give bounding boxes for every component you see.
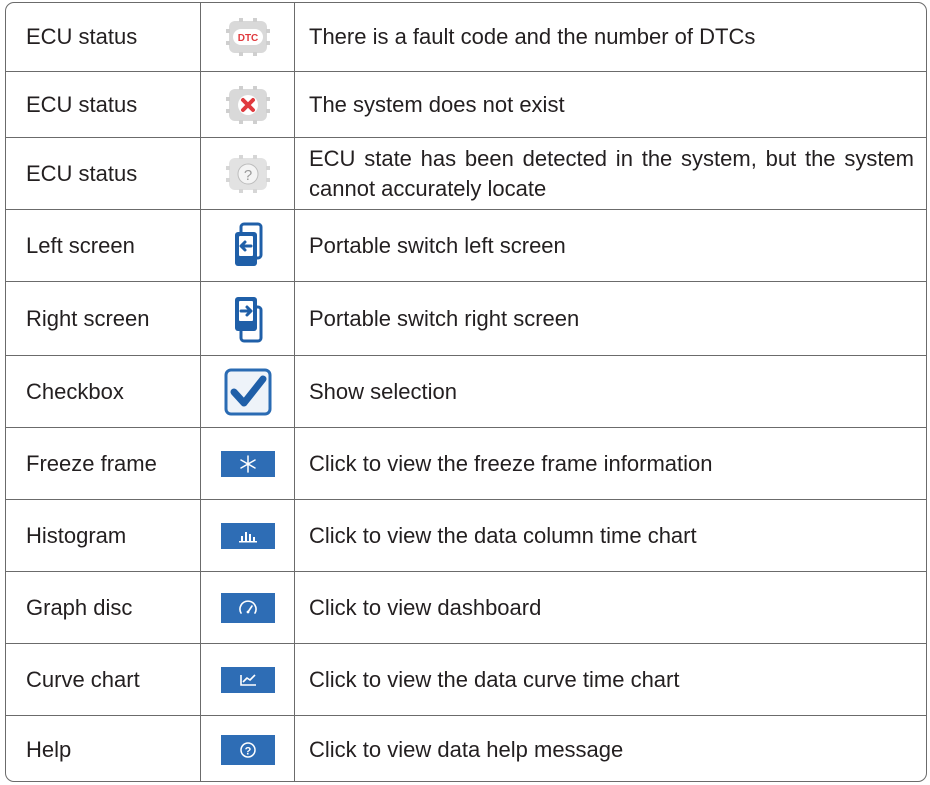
switch-left-screen-icon	[234, 222, 262, 266]
table-row: Freeze frame Click to view the freeze fr…	[6, 427, 926, 499]
icon-legend-table: ECU status DTC There is a fault code and…	[5, 2, 927, 782]
row-description: Portable switch left screen	[309, 232, 566, 258]
table-row: ECU status ? ECU state has been detected…	[6, 137, 926, 209]
row-description: Show selection	[309, 378, 457, 404]
row-description: Click to view the data column time chart	[309, 522, 697, 548]
dtc-fault-icon: DTC	[225, 18, 270, 56]
switch-right-screen-icon	[234, 296, 262, 342]
svg-text:?: ?	[243, 167, 251, 184]
table-row: Checkbox Show selection	[6, 355, 926, 427]
row-name: Curve chart	[6, 644, 201, 715]
row-name: Histogram	[6, 500, 201, 571]
row-description: Portable switch right screen	[309, 305, 580, 331]
help-icon: ?	[220, 734, 275, 765]
row-name: Graph disc	[6, 572, 201, 643]
table-row: Graph disc Click to view dashboard	[6, 571, 926, 643]
unknown-state-icon: ?	[225, 154, 270, 193]
row-name: ECU status	[6, 138, 201, 209]
table-row: Help ? Click to view data help message	[6, 715, 926, 781]
row-name: Freeze frame	[6, 428, 201, 499]
row-description: The system does not exist	[309, 91, 565, 117]
row-name: Left screen	[6, 210, 201, 281]
table-row: Histogram Click to view the data column …	[6, 499, 926, 571]
row-name: ECU status	[6, 72, 201, 137]
row-description: Click to view the freeze frame informati…	[309, 450, 713, 476]
row-description: ECU state has been detected in the syste…	[309, 145, 914, 201]
checkbox-checked-icon	[224, 368, 271, 415]
row-name: Help	[6, 716, 201, 781]
histogram-icon	[220, 522, 275, 549]
svg-text:?: ?	[244, 745, 251, 757]
table-row: Right screen Portable switch right scree…	[6, 281, 926, 355]
row-name: ECU status	[6, 3, 201, 71]
table-row: ECU status DTC There is a fault code and…	[6, 3, 926, 71]
curve-chart-icon	[220, 666, 275, 693]
row-description: Click to view data help message	[309, 736, 624, 762]
system-not-exist-icon	[225, 85, 270, 124]
svg-text:DTC: DTC	[237, 33, 258, 44]
row-name: Right screen	[6, 282, 201, 355]
table-row: Left screen Portable switch left screen	[6, 209, 926, 281]
row-description: There is a fault code and the number of …	[309, 24, 756, 49]
table-row: ECU status The system does not exist	[6, 71, 926, 137]
row-description: Click to view dashboard	[309, 594, 542, 620]
dashboard-gauge-icon	[220, 592, 275, 623]
row-name: Checkbox	[6, 356, 201, 427]
table-row: Curve chart Click to view the data curve…	[6, 643, 926, 715]
freeze-frame-icon	[220, 450, 275, 477]
row-description: Click to view the data curve time chart	[309, 666, 680, 692]
